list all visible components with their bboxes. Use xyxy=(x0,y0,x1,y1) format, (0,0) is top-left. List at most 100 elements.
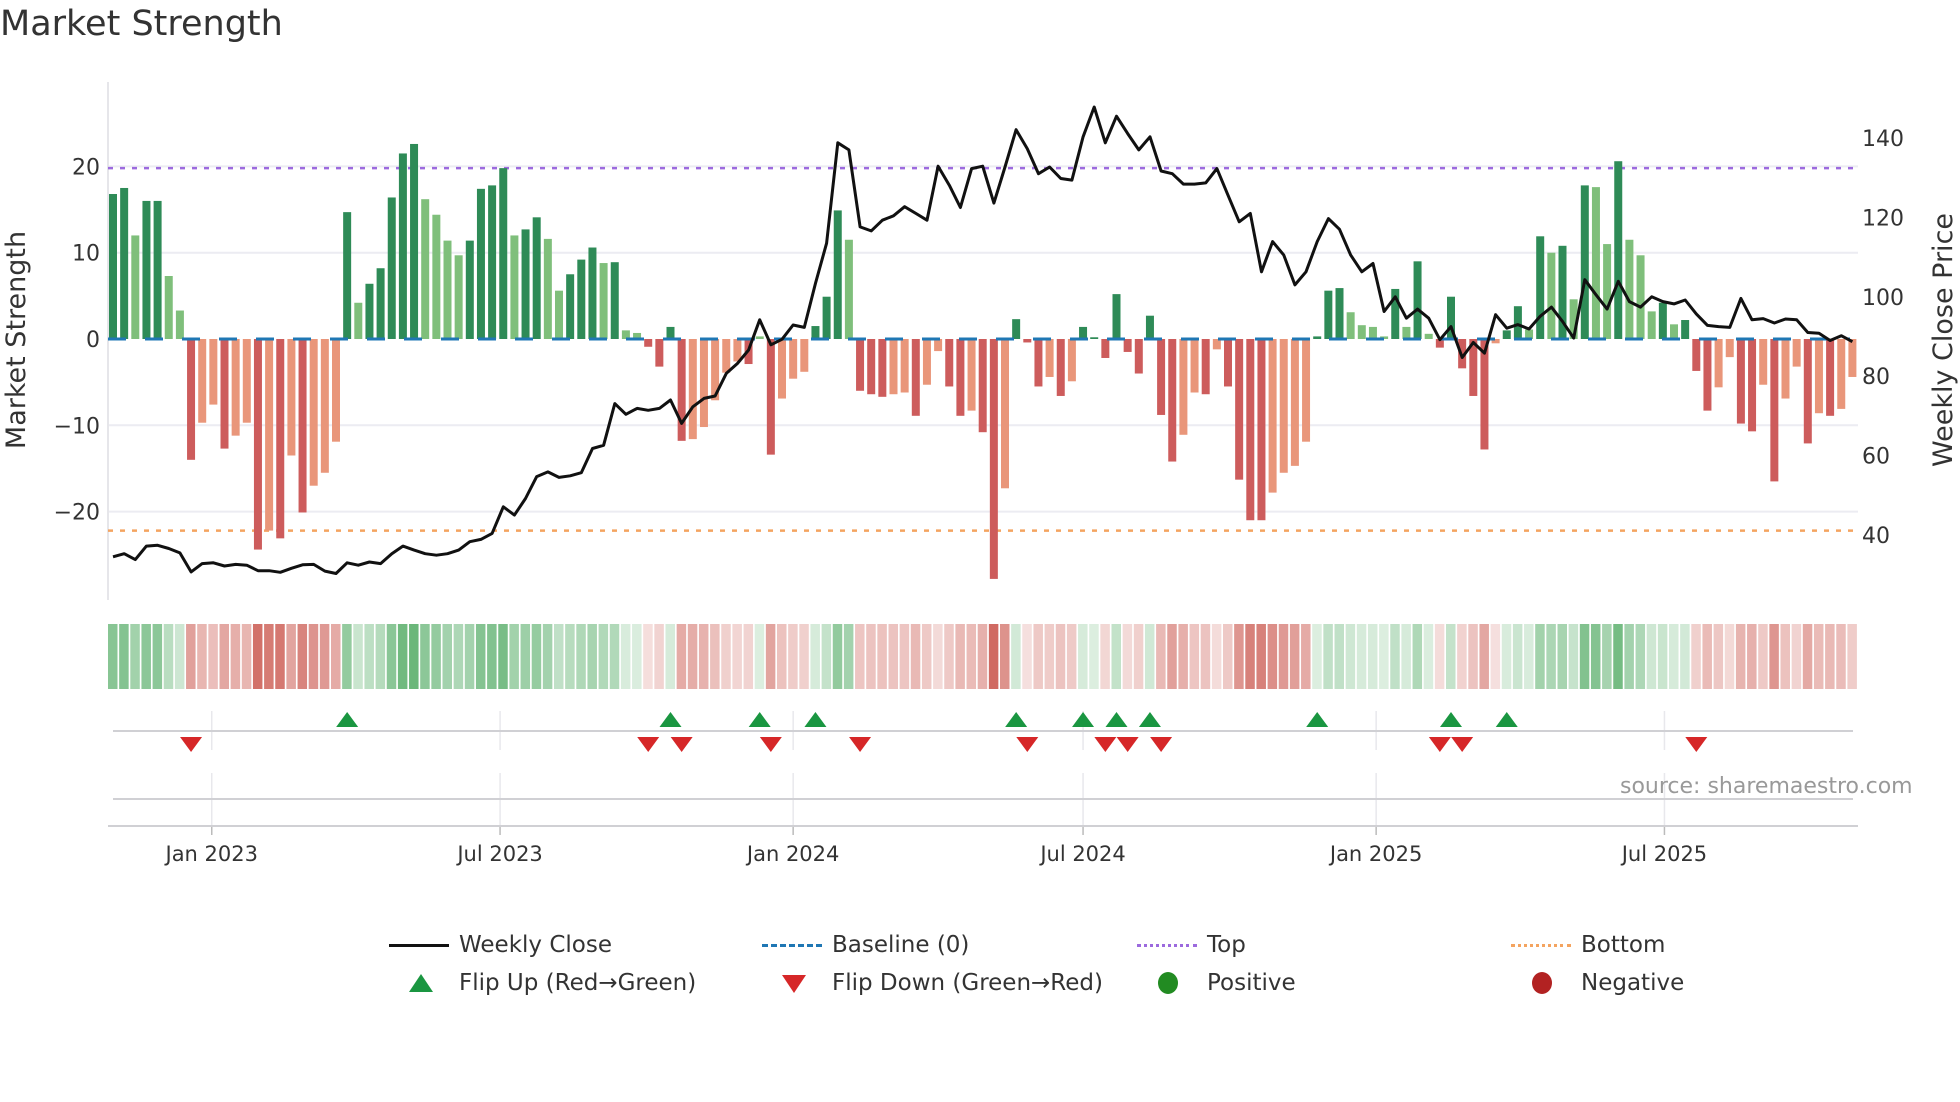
strength-strip-cell xyxy=(1646,624,1657,689)
strength-strip-cell xyxy=(442,624,452,689)
strength-strip-cell xyxy=(977,624,988,689)
strength-strip-cell xyxy=(186,624,196,689)
strength-strip-cell xyxy=(542,624,553,689)
bar-negative xyxy=(198,339,207,423)
bar-positive xyxy=(1547,252,1556,339)
bar-negative xyxy=(1179,339,1188,435)
strength-strip-cell xyxy=(264,624,274,689)
flip-down-marker xyxy=(1116,737,1139,752)
strength-strip-cell xyxy=(620,624,631,689)
strength-strip-cell xyxy=(1635,624,1646,689)
bar-negative xyxy=(1826,339,1835,416)
bar-positive xyxy=(1536,236,1545,339)
strength-strip-cell xyxy=(464,624,475,689)
strength-strip-cell xyxy=(1568,624,1579,689)
strength-strip-cell xyxy=(208,624,218,689)
strength-strip-cell xyxy=(319,624,330,689)
strength-strip-cell xyxy=(554,624,564,689)
strength-strip-cell xyxy=(286,624,296,689)
bar-negative xyxy=(934,339,943,352)
flip-up-marker xyxy=(1138,712,1161,727)
bar-positive xyxy=(1670,324,1678,339)
strength-strip-cell xyxy=(241,624,252,689)
strength-strip-cell xyxy=(1033,624,1043,689)
bar-positive xyxy=(1346,312,1355,339)
strength-strip-cell xyxy=(353,624,363,689)
flip-down-marker xyxy=(759,737,782,752)
bar-positive xyxy=(164,276,173,339)
bar-positive xyxy=(365,283,374,339)
bar-positive xyxy=(822,296,831,339)
strength-strip-cell xyxy=(598,624,609,689)
bar-negative xyxy=(1814,339,1823,414)
strength-strip-cell xyxy=(1813,624,1824,689)
bar-negative xyxy=(1123,339,1132,352)
flip-down-marker xyxy=(1428,737,1451,752)
bar-negative xyxy=(1023,339,1032,343)
bar-negative xyxy=(276,339,285,539)
bar-negative xyxy=(1302,339,1311,442)
strength-strip-cell xyxy=(710,624,720,689)
strength-strip-cell xyxy=(1613,624,1623,689)
bar-positive xyxy=(153,200,162,339)
bar-negative xyxy=(1703,339,1712,411)
strength-strip-cell xyxy=(1379,624,1389,689)
strength-strip-cell xyxy=(152,624,163,689)
market-strength-chart: 20100−10−20140120100806040Market Strengt… xyxy=(1,82,1959,866)
strength-strip-cell xyxy=(1412,624,1423,689)
bar-negative xyxy=(1246,339,1255,521)
bar-negative xyxy=(1770,339,1779,482)
strength-strip-cell xyxy=(866,624,876,689)
bar-positive xyxy=(844,239,853,339)
bar-negative xyxy=(722,339,731,373)
flip-down-marker xyxy=(180,737,203,752)
y2-tick-label: 40 xyxy=(1862,524,1890,549)
strength-strip-cell xyxy=(141,624,151,689)
strength-strip-cell xyxy=(1122,624,1133,689)
strength-strip-cell xyxy=(252,624,263,689)
flip-up-marker xyxy=(1306,712,1329,727)
strength-strip-cell xyxy=(1836,624,1846,689)
bar-positive xyxy=(1368,326,1377,339)
bar-positive xyxy=(1413,261,1422,339)
bar-positive xyxy=(476,188,485,339)
strength-strip-cell xyxy=(777,624,787,689)
strength-strip-cell xyxy=(966,624,977,689)
bar-negative xyxy=(320,339,329,473)
strength-strip-cell xyxy=(855,624,865,689)
flip-down-marker xyxy=(1685,737,1708,752)
strength-strip-cell xyxy=(576,624,586,689)
strength-strip-cell xyxy=(1657,624,1668,689)
bar-positive xyxy=(532,217,541,339)
strength-strip-cell xyxy=(1111,624,1121,689)
y2-tick-label: 120 xyxy=(1862,206,1904,231)
strength-strip-cell xyxy=(1802,624,1813,689)
strength-strip-cell xyxy=(1680,624,1690,689)
strength-strip-cell xyxy=(297,624,308,689)
strength-strip-cell xyxy=(1780,624,1790,689)
bar-positive xyxy=(131,235,140,339)
strength-strip-cell xyxy=(1044,624,1055,689)
bar-negative xyxy=(1848,339,1857,377)
strength-strip-cell xyxy=(1345,624,1356,689)
strength-strip-cell xyxy=(754,624,765,689)
strength-strip-cell xyxy=(163,624,174,689)
strength-strip-cell xyxy=(1669,624,1679,689)
strength-strip-cell xyxy=(230,624,241,689)
strength-strip-cell xyxy=(108,624,118,689)
strength-strip-cell xyxy=(509,624,519,689)
bar-negative xyxy=(1101,339,1110,358)
bar-positive xyxy=(1513,306,1522,339)
bar-negative xyxy=(253,339,262,550)
bar-negative xyxy=(209,339,218,405)
source-note: source: sharemaestro.com xyxy=(1620,774,1913,799)
bar-positive xyxy=(398,153,407,339)
bar-negative xyxy=(1212,339,1221,350)
bar-positive xyxy=(432,214,441,339)
strength-strip-cell xyxy=(375,624,386,689)
bar-positive xyxy=(421,199,430,339)
strength-strip-cell xyxy=(1301,624,1311,689)
flip-up-marker xyxy=(1072,712,1095,727)
strength-strip-cell xyxy=(498,624,508,689)
bar-negative xyxy=(766,339,775,455)
